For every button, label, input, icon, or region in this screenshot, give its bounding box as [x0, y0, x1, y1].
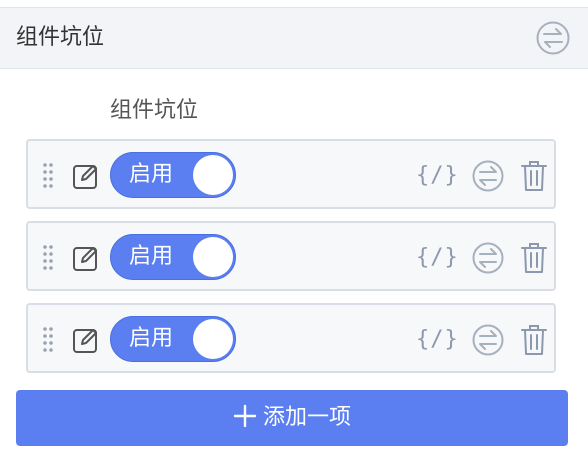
swap-icon[interactable] — [472, 160, 504, 192]
edit-icon[interactable] — [72, 162, 100, 190]
drag-handle-icon[interactable] — [42, 244, 54, 270]
add-item-button[interactable]: 添加一项 — [16, 390, 568, 446]
trash-icon[interactable] — [520, 160, 548, 192]
toggle-knob — [193, 237, 233, 277]
trash-icon[interactable] — [520, 324, 548, 356]
edit-icon[interactable] — [72, 326, 100, 354]
code-icon[interactable]: {/} — [416, 325, 458, 355]
toggle-label: 启用 — [129, 244, 174, 269]
enable-toggle[interactable]: 启用 — [110, 234, 236, 280]
code-icon[interactable]: {/} — [416, 243, 458, 273]
toggle-label: 启用 — [129, 162, 174, 187]
enable-toggle[interactable]: 启用 — [110, 316, 236, 362]
trash-icon[interactable] — [520, 242, 548, 274]
list-item: 启用 {/} — [26, 221, 556, 291]
edit-icon[interactable] — [72, 244, 100, 272]
toggle-knob — [193, 155, 233, 195]
drag-handle-icon[interactable] — [42, 162, 54, 188]
field-label: 组件坑位 — [110, 98, 199, 123]
code-icon[interactable]: {/} — [416, 161, 458, 191]
plus-icon — [233, 404, 257, 428]
toggle-knob — [193, 319, 233, 359]
toggle-label: 启用 — [129, 326, 174, 351]
swap-icon[interactable] — [472, 242, 504, 274]
panel-title: 组件坑位 — [16, 25, 105, 50]
panel-header: 组件坑位 — [0, 7, 588, 69]
drag-handle-icon[interactable] — [42, 326, 54, 352]
enable-toggle[interactable]: 启用 — [110, 152, 236, 198]
swap-icon[interactable] — [536, 21, 570, 55]
list-item: 启用 {/} — [26, 303, 556, 373]
swap-icon[interactable] — [472, 324, 504, 356]
list-item: 启用 {/} — [26, 139, 556, 209]
add-item-label: 添加一项 — [262, 405, 351, 430]
